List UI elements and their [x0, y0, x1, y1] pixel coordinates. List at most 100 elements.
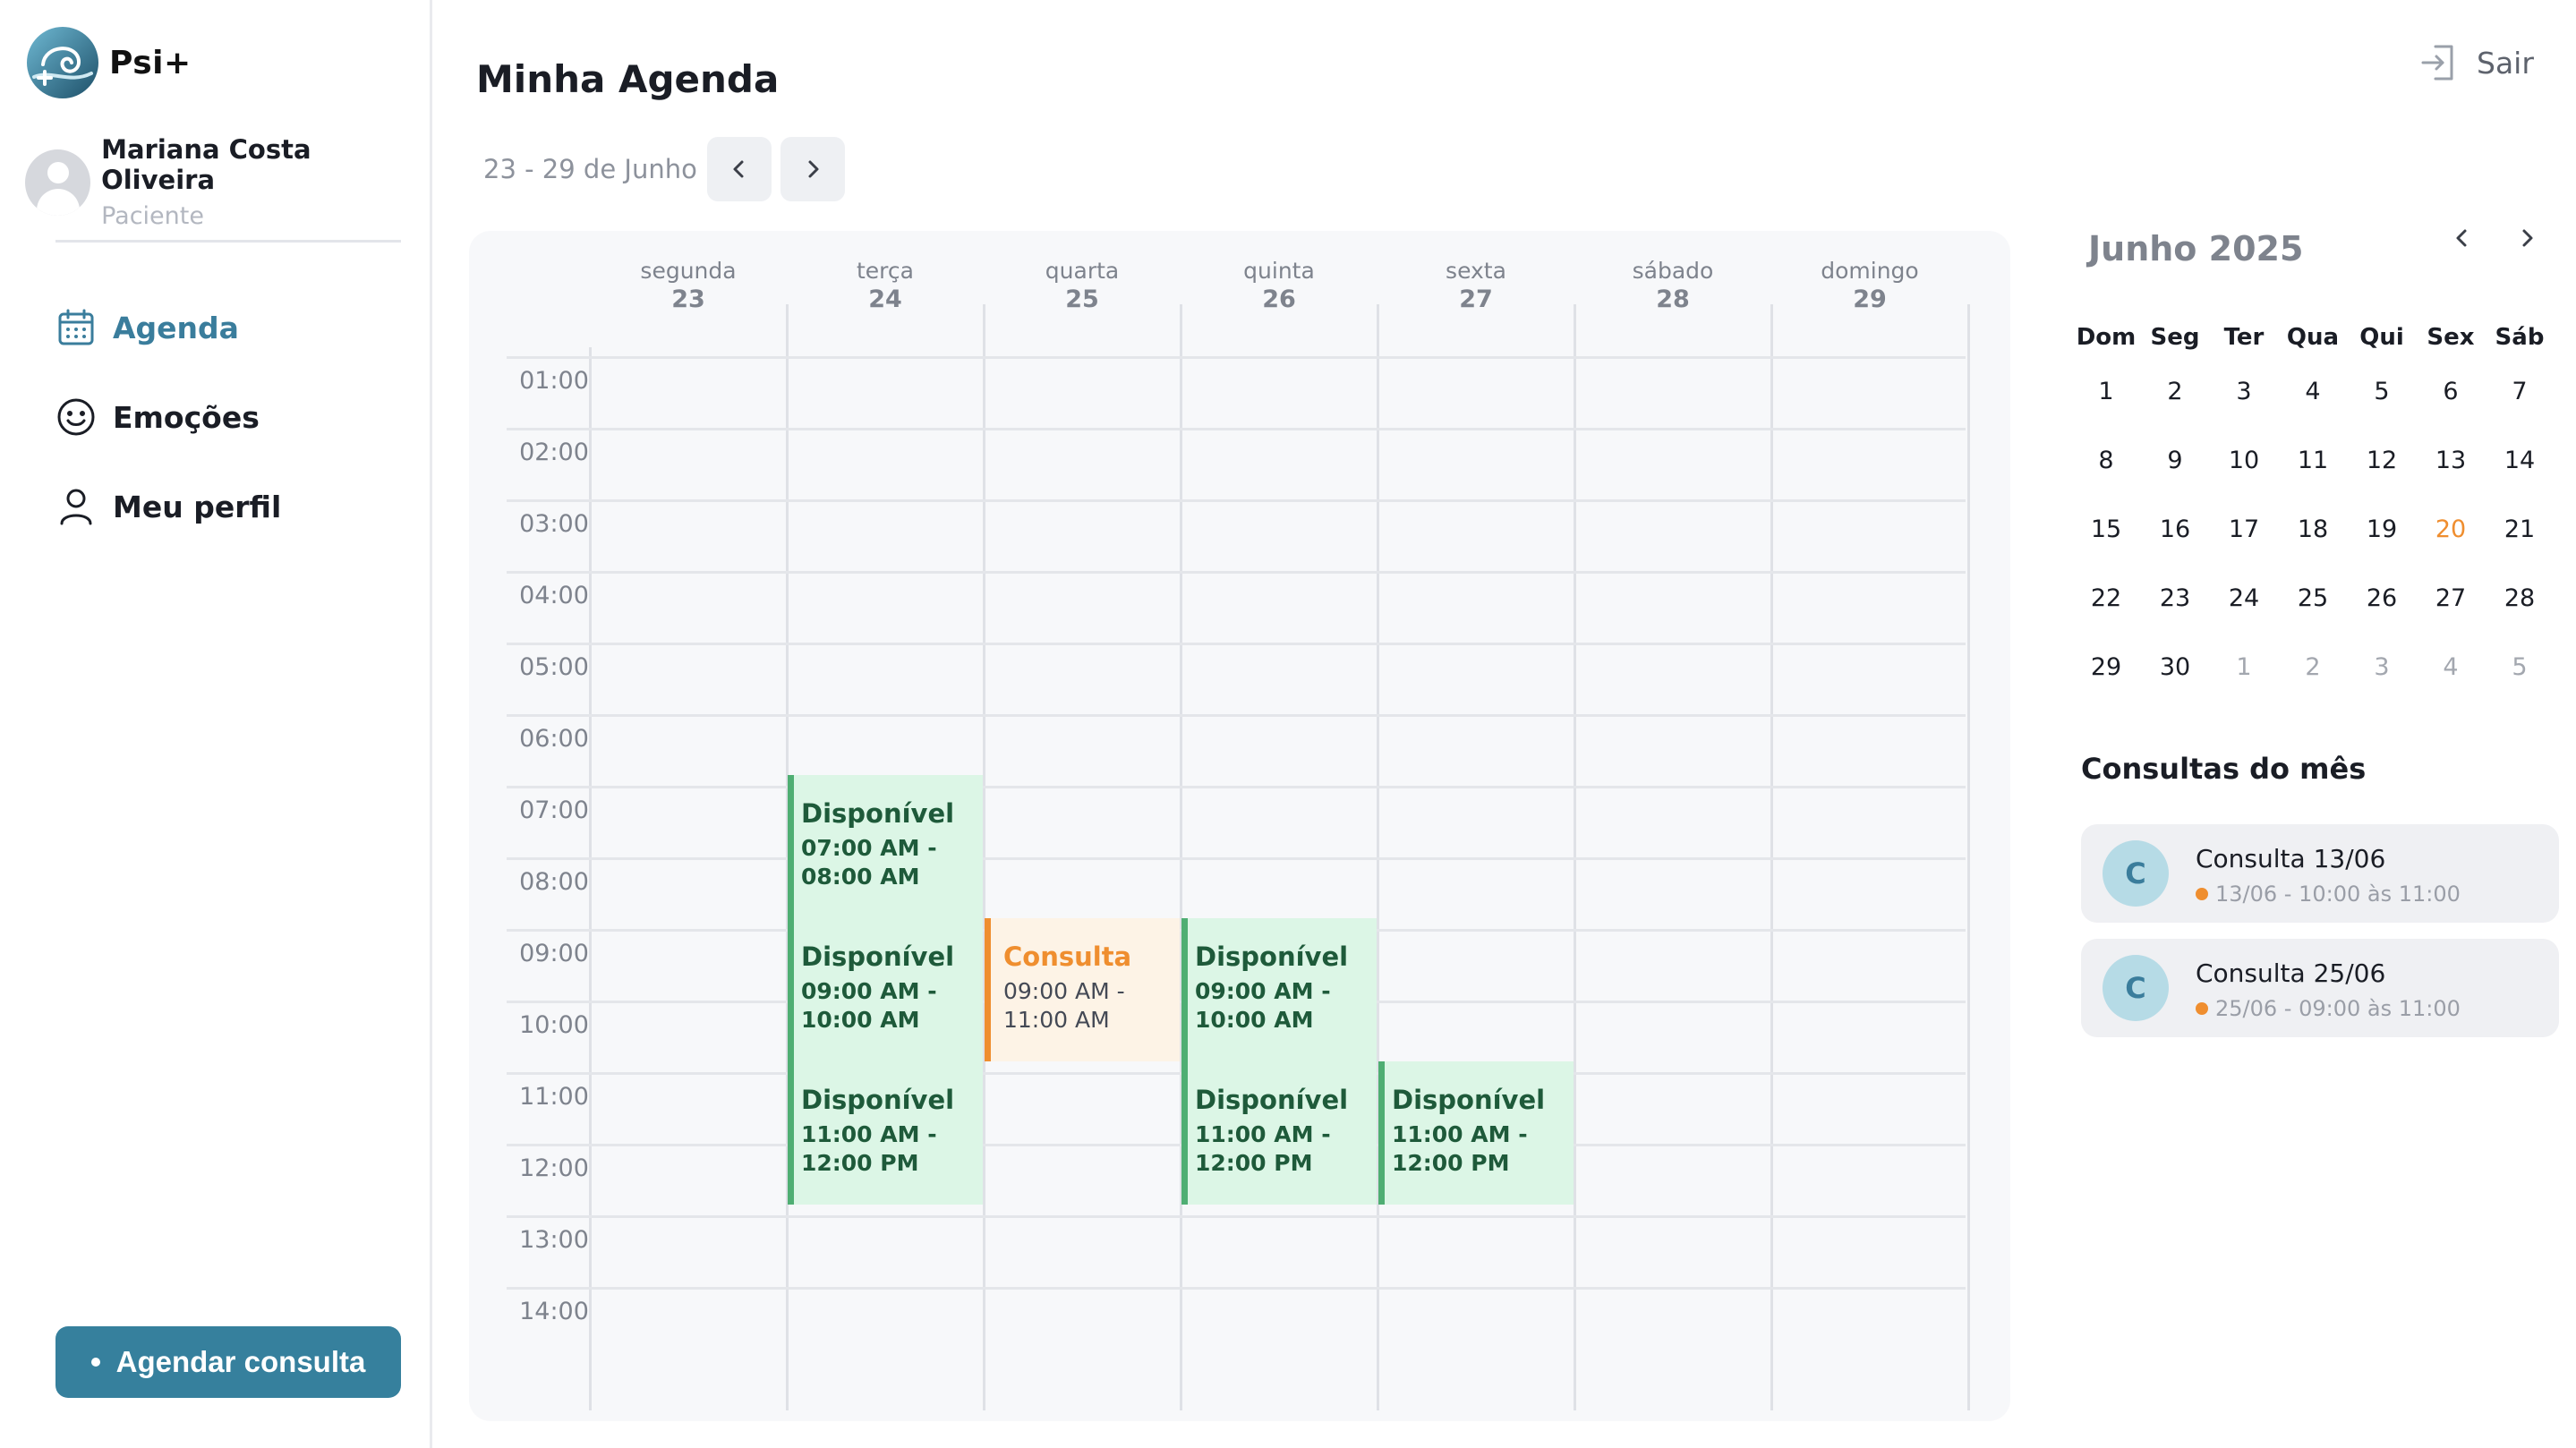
appointment-card[interactable]: C Consulta 13/06 13/06 - 10:00 às 11:00 [2081, 824, 2559, 923]
psi-logo-icon [27, 27, 98, 98]
day-name: sexta [1446, 258, 1506, 284]
appointment-subtitle: 25/06 - 09:00 às 11:00 [2196, 996, 2461, 1021]
day-name: domingo [1821, 258, 1919, 284]
appointment-card[interactable]: C Consulta 25/06 25/06 - 09:00 às 11:00 [2081, 939, 2559, 1037]
schedule-consultation-button[interactable]: Agendar consulta [55, 1326, 401, 1398]
week-calendar: segunda 23 terça 24 quarta 25 quinta 26 … [469, 231, 2010, 1421]
calendar-day[interactable]: 3 [2348, 653, 2416, 681]
event-time: 09:00 AM - 10:00 AM [801, 978, 937, 1033]
event-time: 11:00 AM - 12:00 PM [801, 1121, 937, 1176]
available-slot[interactable]: Disponível 11:00 AM - 12:00 PM [1181, 1061, 1377, 1205]
main-content: Minha Agenda 23 - 29 de Junho segunda 23… [435, 0, 2051, 1448]
appointment-subtitle: 13/06 - 10:00 às 11:00 [2196, 882, 2461, 907]
calendar-day-today[interactable]: 20 [2417, 515, 2485, 543]
calendar-day[interactable]: 4 [2417, 653, 2485, 681]
event-title: Consulta [1003, 941, 1132, 972]
calendar-day[interactable]: 30 [2141, 653, 2209, 681]
appointment-avatar: C [2103, 955, 2169, 1021]
available-slot[interactable]: Disponível 07:00 AM - 08:00 AM [788, 775, 983, 918]
smile-icon [57, 398, 95, 436]
calendar-day[interactable]: 28 [2486, 584, 2554, 612]
calendar-day[interactable]: 4 [2279, 378, 2347, 405]
calendar-day[interactable]: 27 [2417, 584, 2485, 612]
right-panel: Sair Junho 2025 Dom Seg Ter Qua Qui Sex Sáb 1 2 3… [2051, 0, 2576, 1448]
appointment-title: Consulta 13/06 [2196, 844, 2386, 873]
hour-gridline [507, 499, 1966, 502]
appointment-title: Consulta 25/06 [2196, 958, 2386, 988]
weekday-label: Seg [2150, 324, 2200, 351]
consultation-event[interactable]: Consulta 09:00 AM - 11:00 AM [985, 918, 1180, 1061]
event-time: 11:00 AM - 12:00 PM [1195, 1121, 1331, 1176]
calendar-day[interactable]: 23 [2141, 584, 2209, 612]
calendar-day[interactable]: 5 [2486, 653, 2554, 681]
chevron-right-icon [2522, 229, 2533, 247]
time-label: 05:00 [519, 653, 589, 681]
event-title: Disponível [801, 798, 955, 829]
day-header-thu: quinta 26 [1181, 258, 1378, 313]
calendar-day[interactable]: 8 [2072, 447, 2140, 474]
calendar-day[interactable]: 2 [2279, 653, 2347, 681]
day-header-sun: domingo 29 [1771, 258, 1968, 313]
available-slot[interactable]: Disponível 11:00 AM - 12:00 PM [1378, 1061, 1574, 1205]
next-week-button[interactable] [780, 137, 845, 201]
event-time: 07:00 AM - 08:00 AM [801, 835, 937, 890]
sidebar-item-agenda[interactable]: Agenda [55, 301, 281, 354]
hour-gridline [507, 428, 1966, 430]
sidebar-item-meu-perfil[interactable]: Meu perfil [55, 480, 281, 533]
status-dot-icon [2196, 888, 2208, 900]
calendar-day[interactable]: 26 [2348, 584, 2416, 612]
day-name: terça [857, 258, 914, 284]
calendar-day[interactable]: 13 [2417, 447, 2485, 474]
calendar-day[interactable]: 16 [2141, 515, 2209, 543]
calendar-day[interactable]: 6 [2417, 378, 2485, 405]
user-role: Paciente [101, 202, 204, 230]
calendar-day[interactable]: 18 [2279, 515, 2347, 543]
calendar-day[interactable]: 21 [2486, 515, 2554, 543]
calendar-day[interactable]: 25 [2279, 584, 2347, 612]
chevron-left-icon [733, 160, 744, 178]
brand[interactable]: Psi+ [25, 25, 192, 100]
calendar-day[interactable]: 24 [2210, 584, 2278, 612]
calendar-day[interactable]: 5 [2348, 378, 2416, 405]
calendar-day[interactable]: 19 [2348, 515, 2416, 543]
event-title: Disponível [801, 1085, 955, 1115]
available-slot[interactable]: Disponível 09:00 AM - 10:00 AM [788, 918, 983, 1061]
calendar-day[interactable]: 12 [2348, 447, 2416, 474]
calendar-day[interactable]: 15 [2072, 515, 2140, 543]
time-label: 13:00 [519, 1226, 589, 1254]
appointment-time: 25/06 - 09:00 às 11:00 [2215, 996, 2461, 1021]
sidebar: Psi+ Mariana Costa Oliveira Paciente Age… [0, 0, 432, 1448]
available-slot[interactable]: Disponível 11:00 AM - 12:00 PM [788, 1061, 983, 1205]
calendar-day[interactable]: 3 [2210, 378, 2278, 405]
sidebar-nav: Agenda Emoções Meu perfil [55, 301, 281, 569]
next-month-button[interactable] [2509, 220, 2545, 256]
calendar-day[interactable]: 2 [2141, 378, 2209, 405]
calendar-day[interactable]: 29 [2072, 653, 2140, 681]
hour-gridline [507, 714, 1966, 717]
calendar-day[interactable]: 14 [2486, 447, 2554, 474]
calendar-day[interactable]: 9 [2141, 447, 2209, 474]
time-label: 08:00 [519, 868, 589, 896]
sidebar-item-label: Agenda [113, 310, 239, 345]
logout-icon [2421, 45, 2453, 81]
prev-week-button[interactable] [707, 137, 772, 201]
calendar-day[interactable]: 22 [2072, 584, 2140, 612]
logout-button[interactable]: Sair [2418, 41, 2534, 84]
available-slot[interactable]: Disponível 09:00 AM - 10:00 AM [1181, 918, 1377, 1061]
calendar-day[interactable]: 10 [2210, 447, 2278, 474]
time-label: 01:00 [519, 367, 589, 395]
weekday-label: Qui [2359, 324, 2404, 351]
hour-gridline [507, 857, 1966, 860]
calendar-day[interactable]: 1 [2210, 653, 2278, 681]
time-label: 11:00 [519, 1083, 589, 1111]
sidebar-item-label: Meu perfil [113, 489, 282, 524]
calendar-day[interactable]: 1 [2072, 378, 2140, 405]
event-title: Disponível [1392, 1085, 1546, 1115]
week-range: 23 - 29 de Junho [483, 154, 697, 184]
calendar-day[interactable]: 11 [2279, 447, 2347, 474]
prev-month-button[interactable] [2444, 220, 2480, 256]
calendar-day[interactable]: 7 [2486, 378, 2554, 405]
avatar [25, 149, 91, 216]
sidebar-item-emocoes[interactable]: Emoções [55, 390, 281, 444]
calendar-day[interactable]: 17 [2210, 515, 2278, 543]
